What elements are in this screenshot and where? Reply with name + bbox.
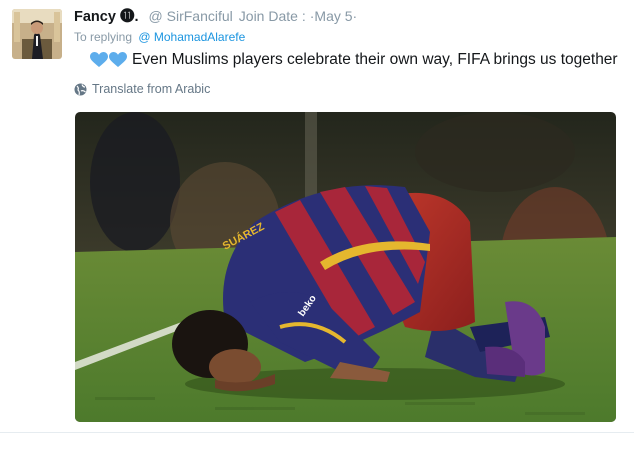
emoji-group [90, 52, 127, 68]
divider [0, 432, 634, 433]
photo-image: SUÁREZ beko [75, 112, 616, 422]
translate-link[interactable]: Translate from Arabic [74, 82, 210, 96]
tweet-date[interactable]: May 5 [314, 8, 352, 24]
reply-mention-link[interactable]: @ MohamadAlarefe [138, 30, 245, 44]
tweet-card: Fancy ⓫. @ SirFanciful Join Date : ·May … [0, 0, 634, 455]
tweet-header: Fancy ⓫. @ SirFanciful Join Date : ·May … [74, 6, 357, 26]
tweet-media-photo[interactable]: SUÁREZ beko [75, 112, 616, 422]
blue-heart-icon [90, 52, 108, 67]
author-name[interactable]: Fancy [74, 9, 116, 25]
avatar-image [12, 9, 62, 59]
globe-icon [74, 83, 87, 95]
reply-label: To replying [74, 30, 133, 44]
author-handle[interactable]: @ SirFanciful [149, 8, 233, 24]
author-badge: ⓫. [119, 9, 139, 25]
translate-label: Translate from Arabic [92, 82, 211, 96]
tweet-text: Even Muslims players celebrate their own… [90, 51, 618, 69]
avatar[interactable] [12, 9, 62, 59]
reply-context: To replying @ MohamadAlarefe [74, 30, 245, 44]
join-date-label: Join Date : [238, 8, 306, 24]
blue-heart-icon [109, 52, 127, 67]
separator-dot: · [352, 8, 358, 24]
tweet-text-content: Even Muslims players celebrate their own… [132, 51, 618, 68]
